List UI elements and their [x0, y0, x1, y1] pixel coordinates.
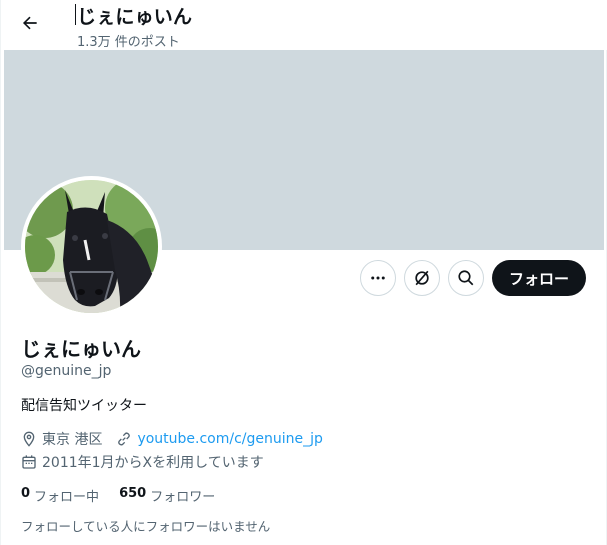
more-button[interactable]	[360, 260, 396, 296]
arrow-left-icon	[22, 16, 37, 30]
more-icon	[371, 276, 385, 280]
following-link[interactable]: 0 フォロー中	[21, 486, 99, 505]
following-label: フォロー中	[34, 490, 100, 505]
grok-icon	[415, 270, 429, 286]
display-name: じぇにゅいん	[21, 337, 141, 361]
followers-count: 650	[119, 486, 147, 501]
joined-row: 2011年1月からXを利用しています	[21, 452, 264, 472]
profile-header-bar: じぇにゅいん 1.3万 件のポスト	[1, 0, 607, 50]
mutual-followers-note: フォローしている人にフォロワーはいません	[21, 519, 271, 534]
followers-link[interactable]: 650 フォロワー	[119, 486, 215, 505]
follow-button[interactable]: フォロー	[492, 260, 586, 296]
search-button[interactable]	[448, 260, 484, 296]
website-link[interactable]: youtube.com/c/genuine_jp	[137, 431, 322, 447]
profile-column: じぇにゅいん 1.3万 件のポスト フォロー じぇにゅいん @genuine_j…	[0, 0, 607, 545]
back-button[interactable]	[13, 6, 47, 40]
calendar-icon	[22, 455, 36, 469]
link-icon	[118, 432, 131, 446]
joined-text: 2011年1月からXを利用しています	[42, 455, 264, 471]
follow-stats: 0 フォロー中 650 フォロワー	[21, 486, 235, 505]
profile-actions: フォロー	[1, 260, 607, 298]
location-pin-icon	[23, 431, 35, 447]
search-icon	[458, 270, 474, 286]
post-count: 1.3万 件のポスト	[77, 35, 180, 50]
header-title: じぇにゅいん	[77, 6, 193, 28]
followers-label: フォロワー	[150, 490, 216, 505]
user-handle: @genuine_jp	[21, 363, 112, 379]
location-text: 東京 港区	[42, 432, 103, 448]
grok-button[interactable]	[404, 260, 440, 296]
text-cursor	[75, 4, 76, 25]
bio-text: 配信告知ツイッター	[21, 398, 147, 414]
following-count: 0	[21, 486, 31, 501]
profile-meta-row: 東京 港区 youtube.com/c/genuine_jp	[21, 429, 323, 449]
